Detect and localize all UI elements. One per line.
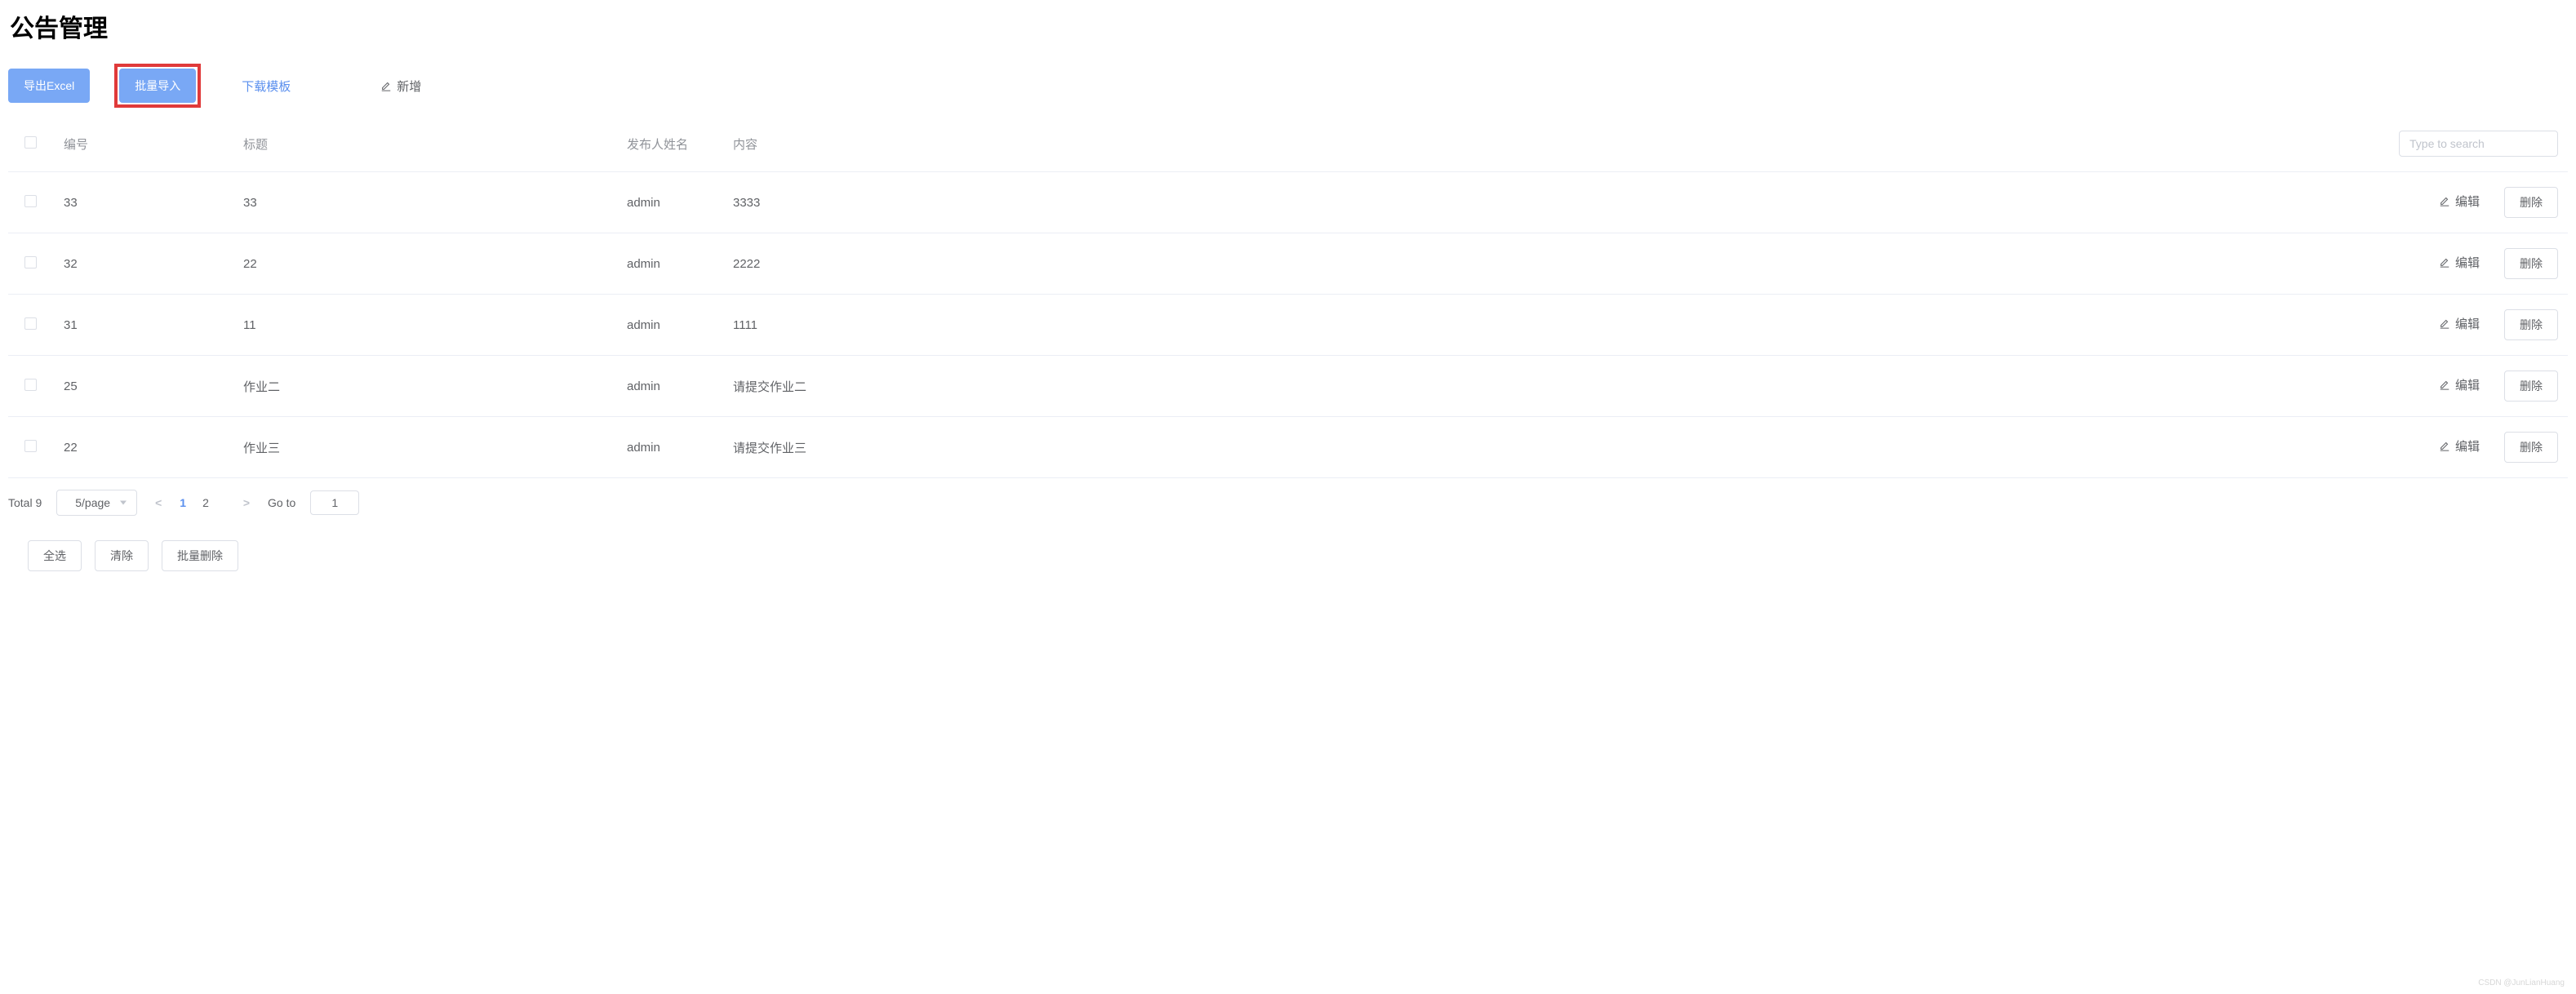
cell-title: 11 <box>237 295 620 356</box>
edit-label: 编辑 <box>2455 437 2480 455</box>
row-checkbox[interactable] <box>24 256 37 268</box>
page-number[interactable]: 1 <box>180 496 186 509</box>
cell-title: 33 <box>237 172 620 233</box>
edit-button[interactable]: 编辑 <box>2439 315 2480 332</box>
page-number[interactable]: 2 <box>202 496 209 509</box>
table-row: 3222admin2222 编辑 删除 <box>8 233 2568 295</box>
table-row: 3111admin1111 编辑 删除 <box>8 295 2568 356</box>
table-row: 22作业三admin请提交作业三 编辑 删除 <box>8 417 2568 478</box>
edit-icon <box>2439 195 2450 206</box>
cell-publisher: admin <box>620 417 726 478</box>
edit-icon <box>2439 256 2450 268</box>
pagination: Total 9 5/page < 1 2 > Go to <box>8 490 2568 516</box>
delete-button[interactable]: 删除 <box>2504 371 2558 402</box>
bulk-import-button[interactable]: 批量导入 <box>119 69 196 103</box>
edit-button[interactable]: 编辑 <box>2439 254 2480 271</box>
cell-id: 31 <box>57 295 237 356</box>
header-publisher: 发布人姓名 <box>620 116 726 172</box>
header-title: 标题 <box>237 116 620 172</box>
footer-actions: 全选 清除 批量删除 <box>8 540 2568 571</box>
edit-icon <box>2439 379 2450 390</box>
edit-button[interactable]: 编辑 <box>2439 193 2480 210</box>
edit-icon <box>380 80 392 91</box>
search-input[interactable] <box>2399 131 2558 157</box>
cell-publisher: admin <box>620 233 726 295</box>
cell-publisher: admin <box>620 295 726 356</box>
cell-content: 请提交作业三 <box>726 417 1004 478</box>
edit-label: 编辑 <box>2455 254 2480 271</box>
page-size-select[interactable]: 5/page <box>56 490 137 516</box>
export-excel-button[interactable]: 导出Excel <box>8 69 90 103</box>
add-button[interactable]: 新增 <box>380 78 421 95</box>
download-template-link[interactable]: 下载模板 <box>242 78 291 95</box>
add-label: 新增 <box>397 78 421 95</box>
total-label: Total 9 <box>8 496 42 509</box>
cell-title: 作业三 <box>237 417 620 478</box>
row-checkbox[interactable] <box>24 195 37 207</box>
delete-button[interactable]: 删除 <box>2504 432 2558 463</box>
bulk-import-highlight: 批量导入 <box>114 64 201 108</box>
delete-button[interactable]: 删除 <box>2504 187 2558 218</box>
page-title: 公告管理 <box>8 8 2568 44</box>
header-id: 编号 <box>57 116 237 172</box>
select-all-button[interactable]: 全选 <box>28 540 82 571</box>
data-table: 编号 标题 发布人姓名 内容 3333admin3333编辑删除3222admi… <box>8 116 2568 478</box>
next-page-button[interactable]: > <box>240 496 253 509</box>
toolbar: 导出Excel 批量导入 下载模板 新增 <box>8 64 2568 108</box>
table-row: 25作业二admin请提交作业二 编辑 删除 <box>8 356 2568 417</box>
cell-publisher: admin <box>620 356 726 417</box>
cell-id: 25 <box>57 356 237 417</box>
table-header-row: 编号 标题 发布人姓名 内容 <box>8 116 2568 172</box>
goto-label: Go to <box>268 496 295 509</box>
edit-button[interactable]: 编辑 <box>2439 376 2480 393</box>
edit-icon <box>2439 440 2450 451</box>
goto-input[interactable] <box>310 490 359 515</box>
edit-label: 编辑 <box>2455 376 2480 393</box>
select-all-checkbox[interactable] <box>24 136 37 149</box>
edit-button[interactable]: 编辑 <box>2439 437 2480 455</box>
edit-label: 编辑 <box>2455 315 2480 332</box>
cell-title: 作业二 <box>237 356 620 417</box>
clear-button[interactable]: 清除 <box>95 540 149 571</box>
row-checkbox[interactable] <box>24 440 37 452</box>
cell-content: 2222 <box>726 233 1004 295</box>
cell-content: 1111 <box>726 295 1004 356</box>
edit-icon <box>2439 317 2450 329</box>
watermark: CSDN @JunLianHuang <box>2478 978 2565 987</box>
cell-title: 22 <box>237 233 620 295</box>
bulk-delete-button[interactable]: 批量删除 <box>162 540 238 571</box>
header-content: 内容 <box>726 116 1004 172</box>
row-checkbox[interactable] <box>24 379 37 391</box>
cell-publisher: admin <box>620 172 726 233</box>
cell-id: 22 <box>57 417 237 478</box>
delete-button[interactable]: 删除 <box>2504 248 2558 279</box>
edit-label: 编辑 <box>2455 193 2480 210</box>
cell-content: 请提交作业二 <box>726 356 1004 417</box>
cell-id: 32 <box>57 233 237 295</box>
pager: < 1 2 > <box>152 496 253 509</box>
cell-content: 3333 <box>726 172 1004 233</box>
prev-page-button[interactable]: < <box>152 496 165 509</box>
cell-id: 33 <box>57 172 237 233</box>
row-checkbox[interactable] <box>24 317 37 330</box>
table-row: 3333admin3333编辑删除 <box>8 172 2568 233</box>
delete-button[interactable]: 删除 <box>2504 309 2558 340</box>
